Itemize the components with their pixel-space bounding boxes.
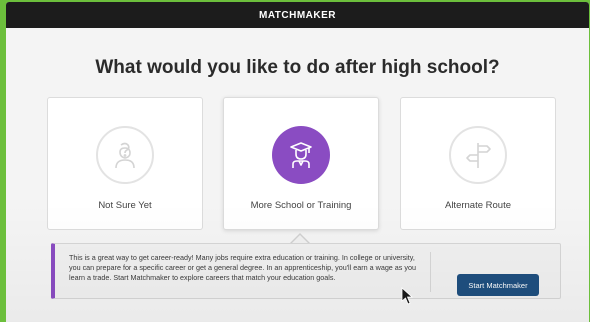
info-divider <box>430 252 431 292</box>
app-title: MATCHMAKER <box>258 9 337 21</box>
person-question-icon <box>115 142 135 169</box>
option-label: Not Sure Yet <box>98 200 152 211</box>
option-label: More School or Training <box>250 200 352 211</box>
option-icon-circle <box>272 126 330 184</box>
graduate-icon <box>290 142 312 168</box>
option-not-sure-yet[interactable]: Not Sure Yet <box>47 97 203 230</box>
option-label: Alternate Route <box>444 200 511 211</box>
mouse-cursor-icon <box>401 287 414 305</box>
info-panel: This is a great way to get career-ready!… <box>51 243 561 299</box>
option-icon-circle <box>96 126 154 184</box>
info-text: This is a great way to get career-ready!… <box>69 253 416 282</box>
option-alternate-route[interactable]: Alternate Route <box>400 97 556 230</box>
signpost-icon <box>466 143 491 168</box>
app-header: MATCHMAKER <box>6 2 589 28</box>
option-icon-circle <box>449 126 507 184</box>
start-matchmaker-button[interactable]: Start Matchmaker <box>457 274 539 296</box>
app-window: MATCHMAKER What would you like to do aft… <box>6 2 589 322</box>
option-more-school-or-training[interactable]: More School or Training <box>223 97 379 230</box>
page-question: What would you like to do after high sch… <box>95 57 500 78</box>
